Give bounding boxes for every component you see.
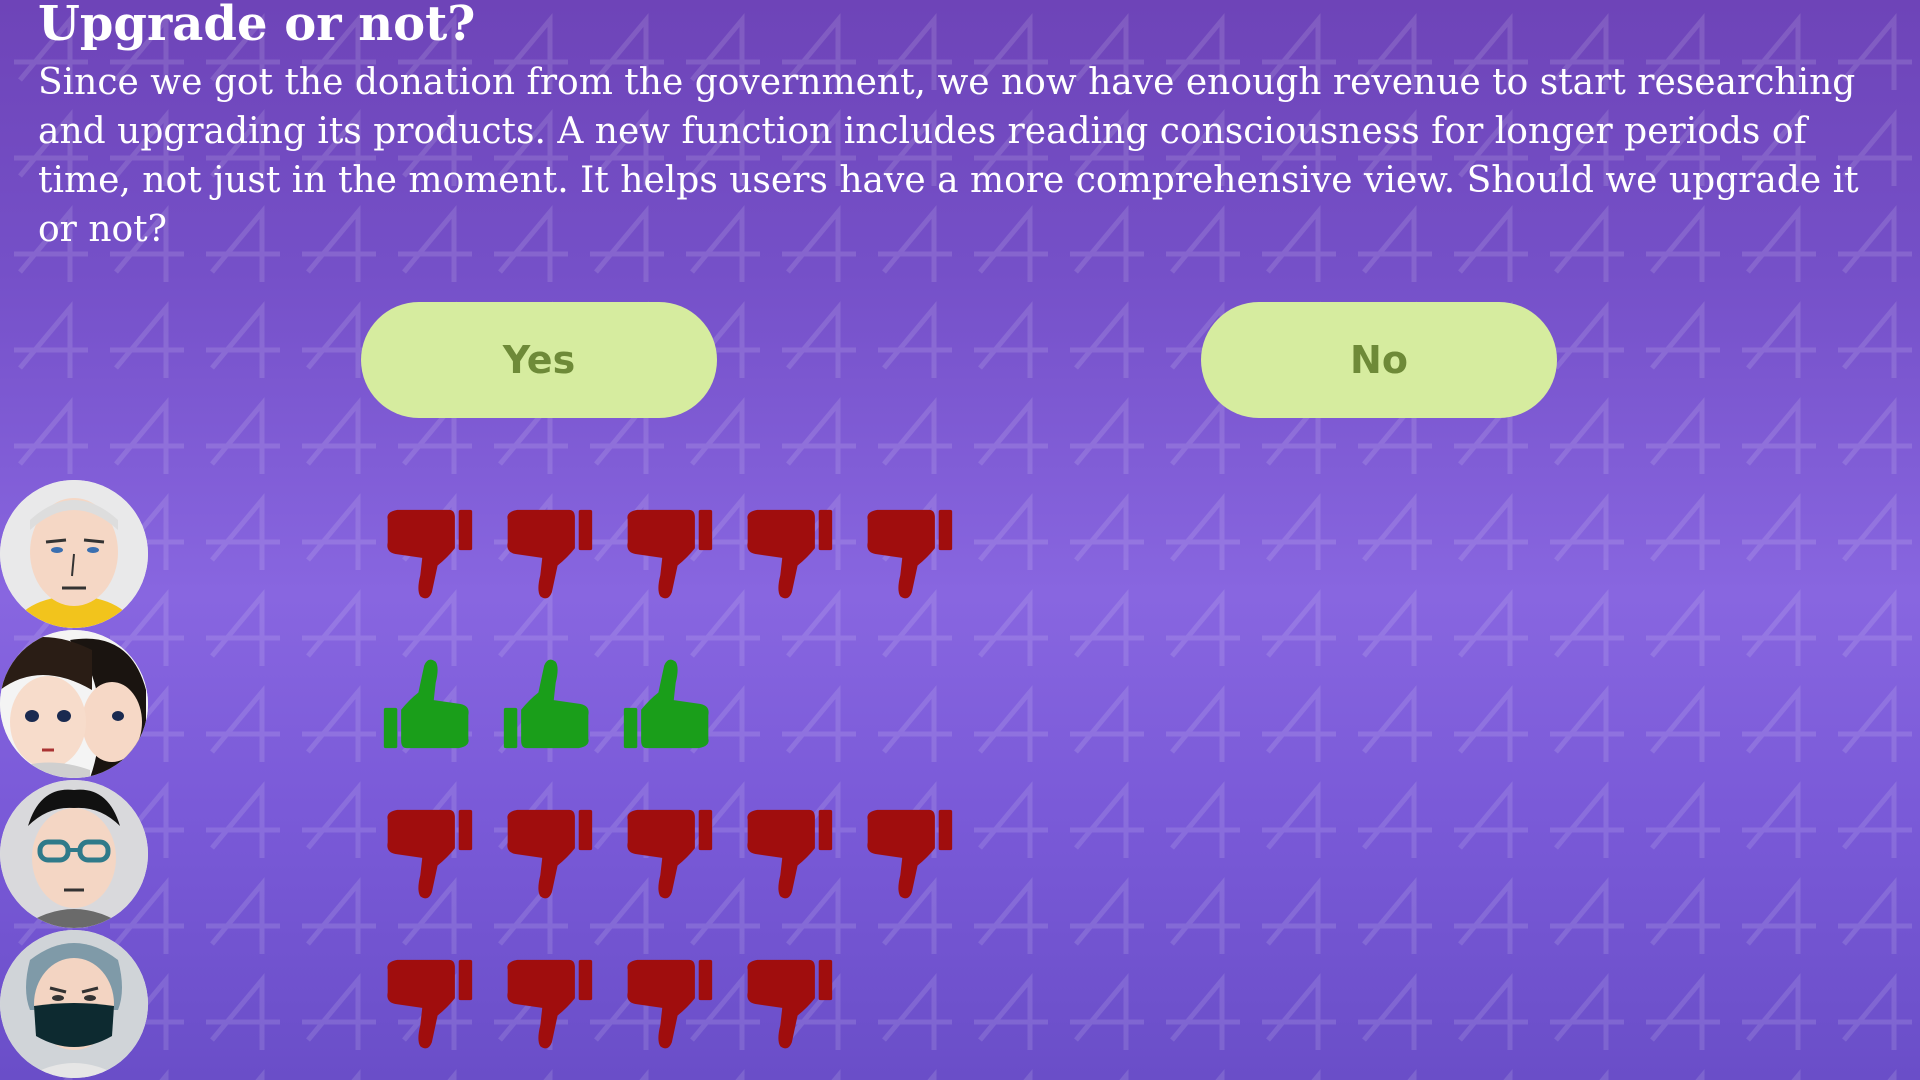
voter-row-3 xyxy=(0,780,1100,930)
vote-icons-row-4 xyxy=(380,952,836,1056)
thumbs-up-icon xyxy=(383,659,469,749)
voter-row-1 xyxy=(0,480,1100,630)
glasses-man-avatar-icon xyxy=(0,780,148,928)
thumbs-down-icon xyxy=(507,509,593,599)
thumbs-down-icon xyxy=(627,959,713,1049)
thumbs-down-icon xyxy=(867,509,953,599)
thumbs-down-icon xyxy=(387,959,473,1049)
thumbs-up-icon xyxy=(623,659,709,749)
voter-row-2 xyxy=(0,630,1100,780)
voter-row-4 xyxy=(0,930,1100,1080)
thumbs-down-icon xyxy=(387,809,473,899)
thumbs-down-icon xyxy=(387,509,473,599)
question-description: Since we got the donation from the gover… xyxy=(38,62,1859,250)
thumbs-down-icon xyxy=(867,809,953,899)
vote-icons-row-2 xyxy=(380,652,716,756)
thumbs-down-icon xyxy=(747,809,833,899)
vote-icons-row-1 xyxy=(380,502,956,606)
thumbs-down-icon xyxy=(627,809,713,899)
twins-avatar-icon xyxy=(0,630,148,778)
page-title: Upgrade or not? xyxy=(38,0,476,52)
vote-icons-row-3 xyxy=(380,802,956,906)
thumbs-down-icon xyxy=(507,809,593,899)
masked-woman-avatar-icon xyxy=(0,930,148,1078)
thumbs-down-icon xyxy=(747,509,833,599)
no-button[interactable]: No xyxy=(1201,302,1557,418)
thumbs-up-icon xyxy=(503,659,589,749)
bald-man-avatar-icon xyxy=(0,480,148,628)
thumbs-down-icon xyxy=(627,509,713,599)
thumbs-down-icon xyxy=(747,959,833,1049)
thumbs-down-icon xyxy=(507,959,593,1049)
yes-button[interactable]: Yes xyxy=(361,302,717,418)
